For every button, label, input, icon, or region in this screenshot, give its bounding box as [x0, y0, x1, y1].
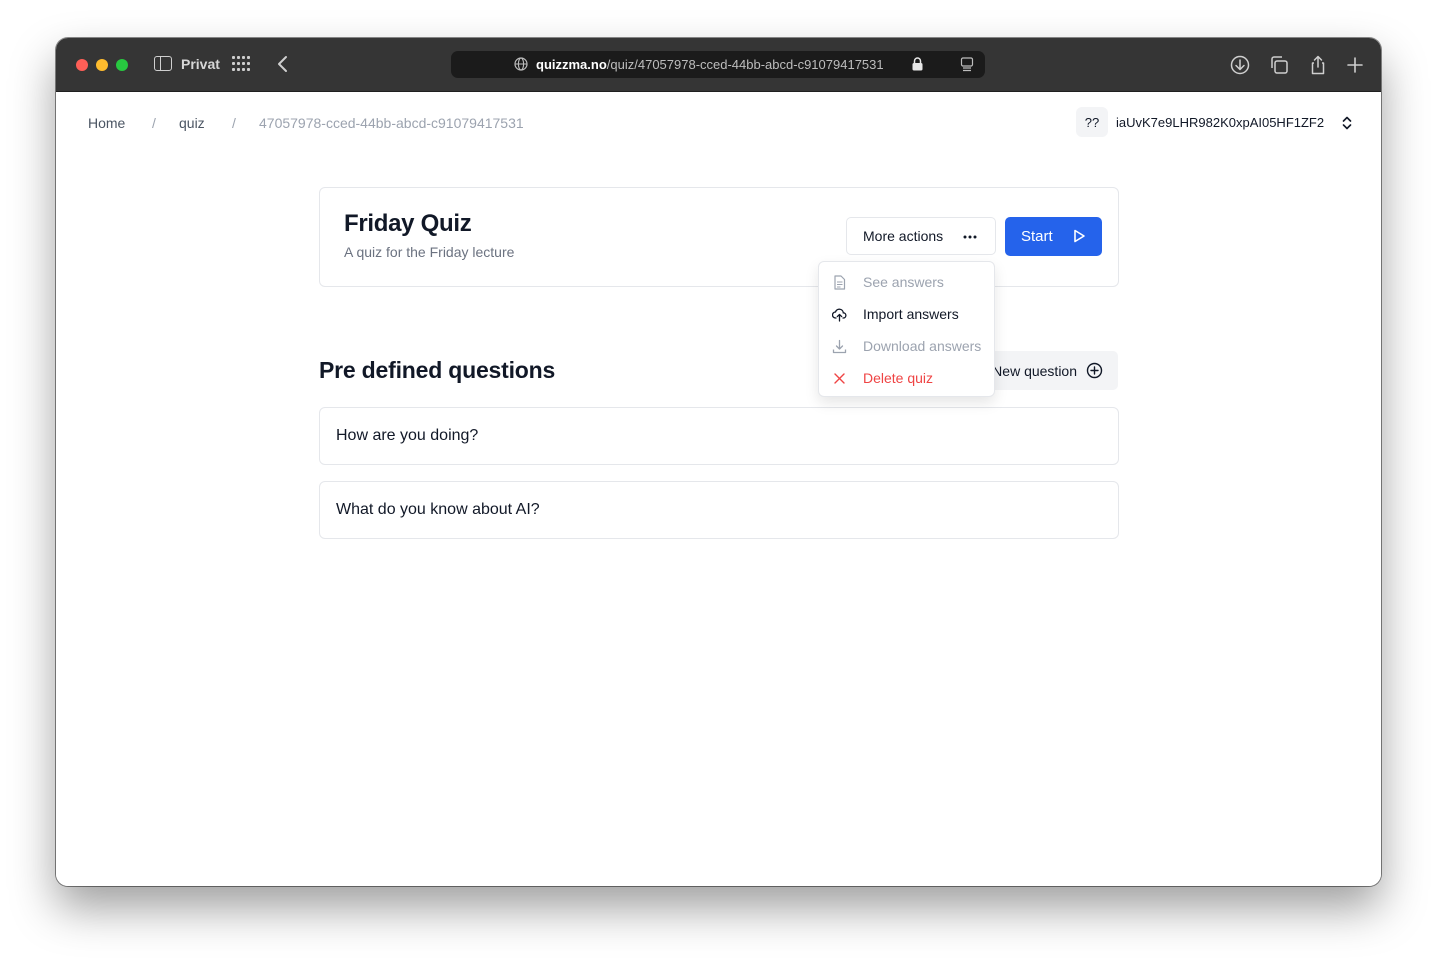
chevron-up-down-icon[interactable]	[1341, 115, 1353, 131]
question-text: What do you know about AI?	[336, 501, 540, 518]
lock-icon	[912, 57, 923, 71]
menu-item-delete-quiz[interactable]: Delete quiz	[819, 362, 994, 394]
globe-icon	[514, 57, 528, 71]
download-icon	[832, 339, 847, 354]
breadcrumb-separator: /	[152, 115, 156, 131]
more-actions-button[interactable]: More actions	[846, 217, 996, 255]
more-actions-label: More actions	[863, 228, 944, 244]
menu-item-label: See answers	[863, 274, 944, 290]
url-text[interactable]: quizzma.no/quiz/47057978-cced-44bb-abcd-…	[536, 57, 884, 72]
breadcrumb-current: 47057978-cced-44bb-abcd-c91079417531	[259, 115, 524, 131]
new-question-label: New question	[992, 363, 1077, 379]
reader-icon[interactable]	[960, 57, 974, 72]
start-label: Start	[1021, 228, 1053, 245]
browser-toolbar: Privat quizzma.no/quiz/47057978-cced-44b…	[56, 38, 1381, 92]
new-question-button[interactable]: New question	[976, 351, 1118, 390]
new-tab-icon[interactable]	[1345, 55, 1365, 75]
page-content: Home / quiz / 47057978-cced-44bb-abcd-c9…	[56, 92, 1381, 886]
breadcrumb-home-link[interactable]: Home	[88, 115, 125, 131]
ellipsis-icon	[963, 235, 977, 239]
question-card[interactable]: How are you doing?	[319, 407, 1119, 465]
quiz-subtitle: A quiz for the Friday lecture	[344, 244, 515, 260]
menu-item-label: Import answers	[863, 306, 959, 322]
browser-window: Privat quizzma.no/quiz/47057978-cced-44b…	[56, 38, 1381, 886]
sidebar-icon[interactable]	[154, 56, 172, 71]
start-button[interactable]: Start	[1005, 217, 1102, 256]
section-title: Pre defined questions	[319, 357, 556, 383]
breadcrumb-quiz-link[interactable]: quiz	[179, 115, 205, 131]
user-id-label[interactable]: iaUvK7e9LHR982K0xpAI05HF1ZF2	[1116, 115, 1324, 130]
document-icon	[834, 275, 846, 290]
address-bar[interactable]: quizzma.no/quiz/47057978-cced-44bb-abcd-…	[451, 51, 985, 78]
tabs-icon[interactable]	[1269, 55, 1289, 75]
minimize-window-button[interactable]	[96, 59, 108, 71]
cloud-upload-icon	[832, 308, 847, 322]
close-window-button[interactable]	[76, 59, 88, 71]
quiz-title: Friday Quiz	[344, 210, 472, 237]
tab-group-label[interactable]: Privat	[181, 56, 220, 72]
question-text: How are you doing?	[336, 427, 479, 444]
avatar[interactable]: ??	[1076, 107, 1108, 137]
menu-item-label: Delete quiz	[863, 370, 934, 386]
menu-item-download-answers[interactable]: Download answers	[819, 330, 994, 362]
menu-item-import-answers[interactable]: Import answers	[819, 298, 994, 330]
close-icon	[834, 373, 845, 384]
breadcrumb-separator: /	[232, 115, 236, 131]
plus-circle-icon	[1086, 362, 1103, 379]
more-actions-menu: See answers Import answers Download answ…	[818, 261, 995, 397]
back-icon[interactable]	[274, 54, 294, 74]
menu-item-label: Download answers	[863, 338, 982, 354]
play-icon	[1074, 229, 1085, 243]
download-icon[interactable]	[1230, 55, 1250, 75]
quiz-header-card: Friday Quiz A quiz for the Friday lectur…	[319, 187, 1119, 287]
zoom-window-button[interactable]	[116, 59, 128, 71]
tab-overview-icon[interactable]	[232, 56, 250, 72]
menu-item-see-answers[interactable]: See answers	[819, 266, 994, 298]
question-card[interactable]: What do you know about AI?	[319, 481, 1119, 539]
share-icon[interactable]	[1308, 55, 1328, 75]
